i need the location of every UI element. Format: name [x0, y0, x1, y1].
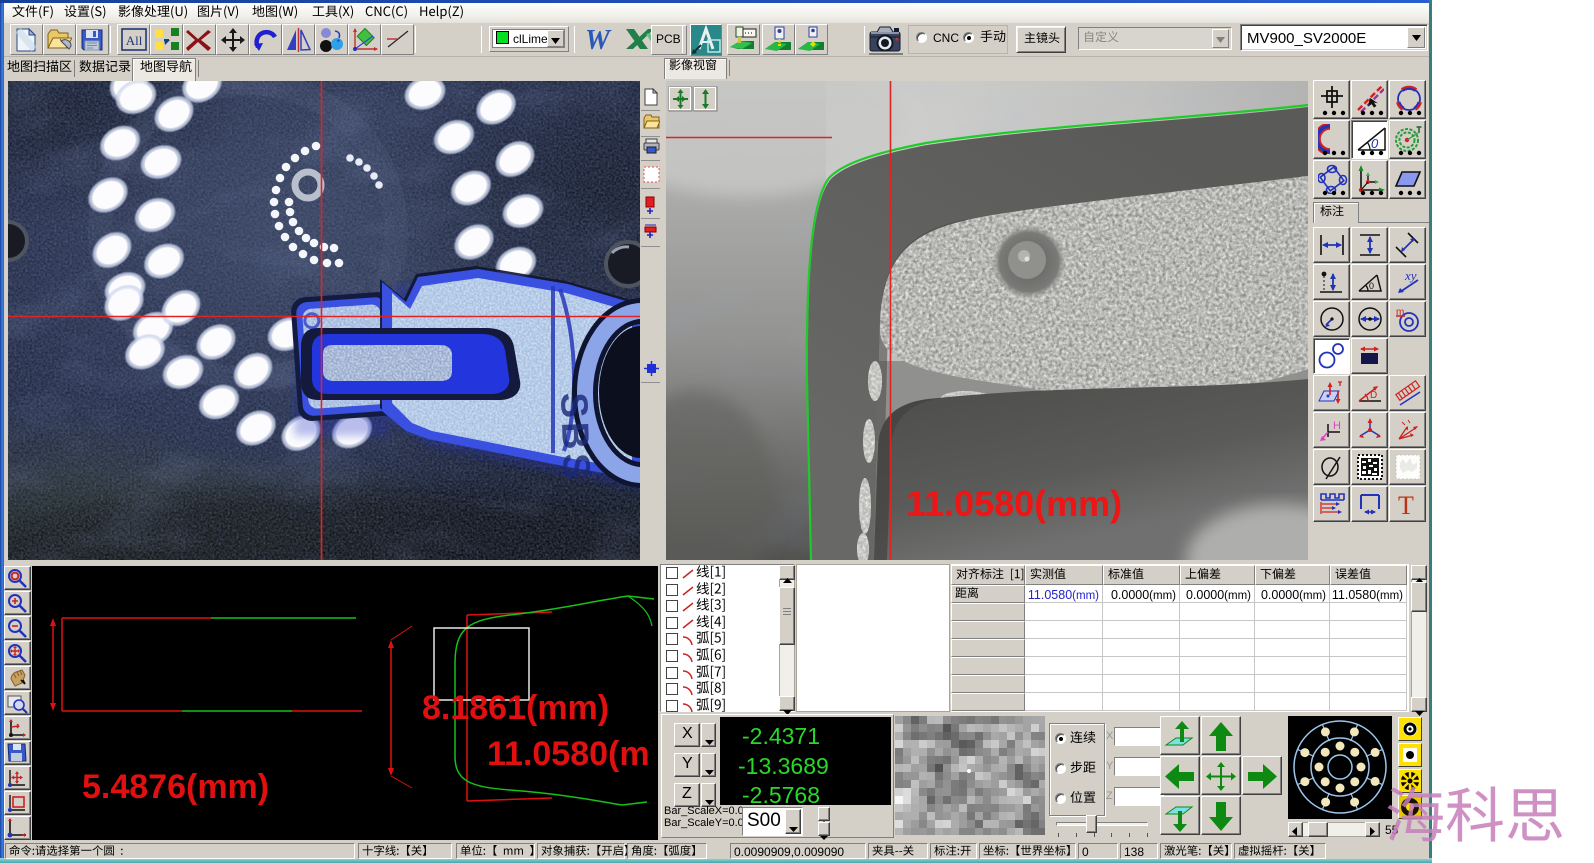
svg-text:SBS: SBS [552, 392, 597, 484]
svg-text:W: W [585, 25, 612, 54]
svg-text:D: D [1370, 390, 1377, 401]
svg-text:0: 0 [1371, 136, 1379, 151]
svg-text:xy: xy [1404, 268, 1417, 283]
svg-text:All: All [126, 33, 143, 48]
svg-text:11.0580(mm): 11.0580(mm) [906, 483, 1122, 524]
svg-text:5.4876(mm): 5.4876(mm) [82, 768, 269, 806]
svg-text:H: H [1333, 420, 1341, 432]
svg-text:0: 0 [1369, 281, 1374, 291]
svg-text:T: T [1398, 491, 1414, 518]
svg-text:8.1861(mm): 8.1861(mm) [422, 689, 609, 727]
svg-text:11.0580(m: 11.0580(m [487, 735, 650, 773]
